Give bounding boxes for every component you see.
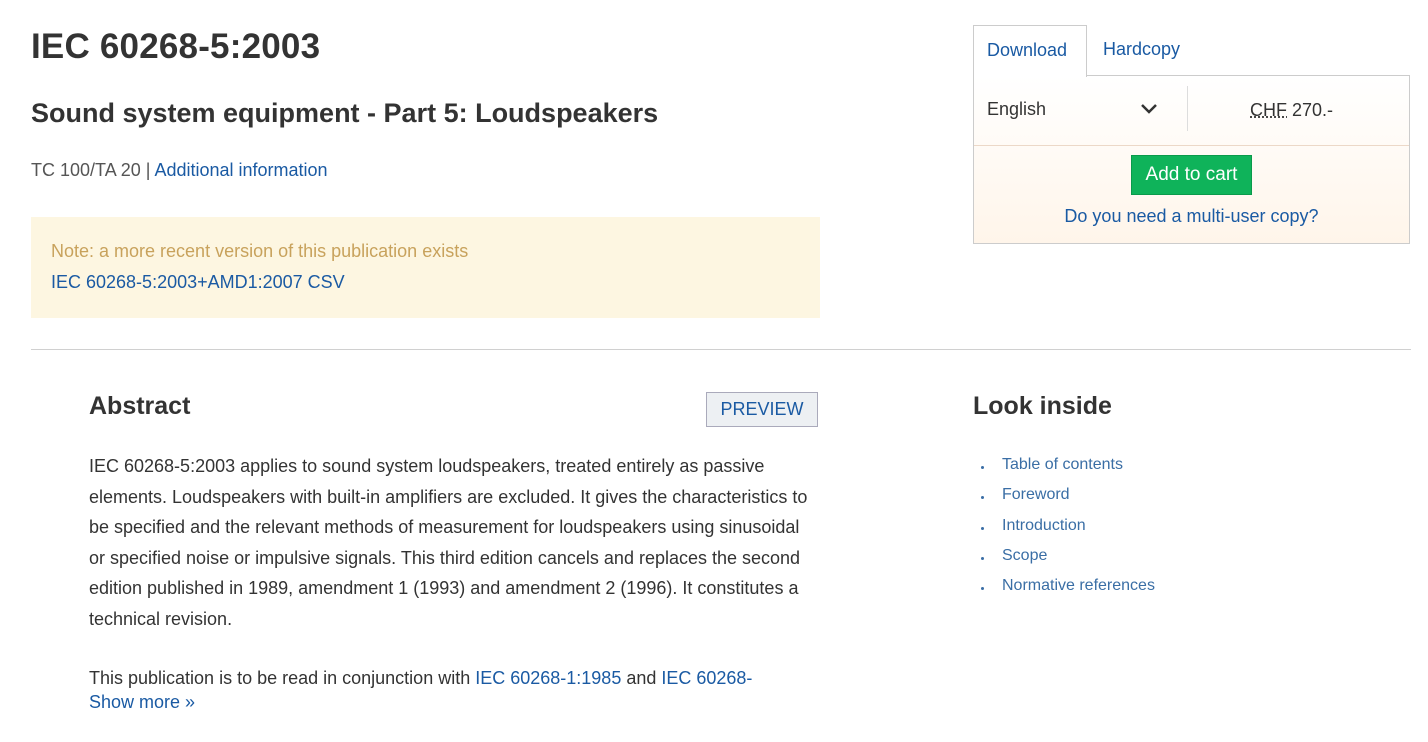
section-divider [31, 349, 1411, 350]
committee-label: TC 100/TA 20 [31, 160, 141, 180]
list-item[interactable]: Normative references [979, 577, 1155, 607]
abstract-paragraph: IEC 60268-5:2003 applies to sound system… [89, 456, 808, 629]
tab-download[interactable]: Download [973, 25, 1087, 77]
purchase-box: English CHF 270.- Add to cart Do you nee… [973, 75, 1410, 244]
notice-text: Note: a more recent version of this publ… [51, 241, 469, 261]
page-title: IEC 60268-5:2003 [31, 27, 321, 66]
language-select[interactable]: English [987, 99, 1046, 120]
look-inside-heading: Look inside [973, 392, 1112, 420]
abstract-paragraph-2: This publication is to be read in conjun… [89, 665, 809, 691]
purchase-options-row: English CHF 270.- [974, 76, 1409, 146]
chevron-down-icon[interactable] [1140, 100, 1158, 118]
introduction-link[interactable]: Introduction [1002, 517, 1086, 534]
list-item[interactable]: Table of contents [979, 456, 1155, 486]
tab-hardcopy[interactable]: Hardcopy [1103, 25, 1180, 76]
multi-user-copy-link[interactable]: Do you need a multi-user copy? [974, 206, 1409, 227]
toc-link[interactable]: Table of contents [1002, 456, 1123, 473]
page-subtitle: Sound system equipment - Part 5: Loudspe… [31, 98, 659, 128]
foreword-link[interactable]: Foreword [1002, 486, 1070, 503]
paragraph2-mid: and [621, 668, 662, 688]
newer-version-notice: Note: a more recent version of this publ… [31, 217, 820, 318]
price-value: 270.- [1292, 100, 1334, 120]
abstract-heading: Abstract [89, 392, 191, 420]
normative-references-link[interactable]: Normative references [1002, 577, 1155, 594]
options-separator [1187, 86, 1188, 131]
price: CHF 270.- [1250, 100, 1333, 121]
separator: | [145, 160, 151, 180]
list-item[interactable]: Introduction [979, 517, 1155, 547]
add-to-cart-button[interactable]: Add to cart [1131, 155, 1252, 195]
committee-line: TC 100/TA 20 | Additional information [31, 160, 328, 181]
show-more-link[interactable]: Show more » [89, 692, 195, 713]
standard-link-1[interactable]: IEC 60268-1:1985 [475, 668, 621, 688]
list-item[interactable]: Scope [979, 547, 1155, 577]
look-inside-list: Table of contents Foreword Introduction … [979, 456, 1155, 607]
standard-link-2[interactable]: IEC 60268- [661, 668, 752, 688]
scope-link[interactable]: Scope [1002, 547, 1047, 564]
newer-version-link[interactable]: IEC 60268-5:2003+AMD1:2007 CSV [51, 272, 345, 293]
list-item[interactable]: Foreword [979, 486, 1155, 516]
currency: CHF [1250, 100, 1287, 120]
paragraph2-prefix: This publication is to be read in conjun… [89, 668, 476, 688]
preview-button[interactable]: PREVIEW [706, 392, 818, 427]
additional-information-link[interactable]: Additional information [154, 160, 327, 180]
